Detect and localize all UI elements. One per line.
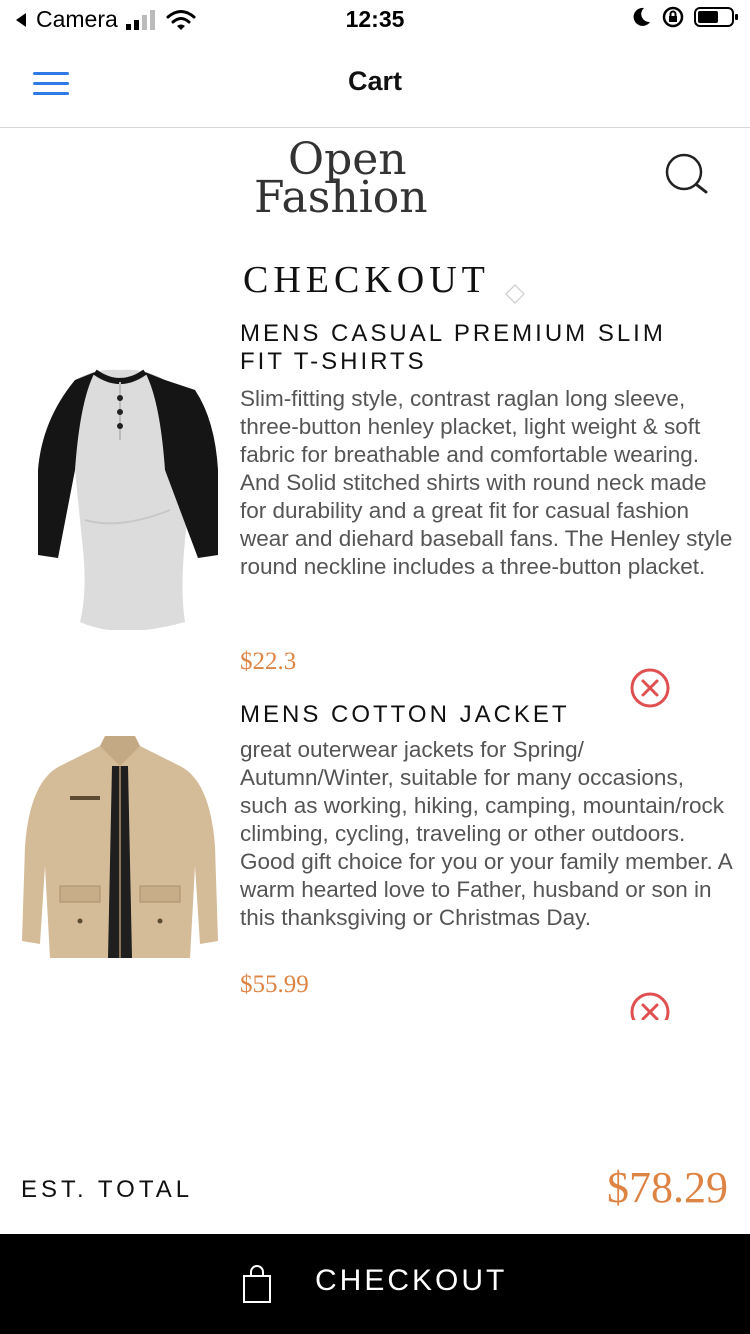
brand-logo[interactable]: Open Fashion xyxy=(254,134,458,223)
rotation-lock-icon xyxy=(662,6,684,28)
search-icon xyxy=(665,153,708,194)
raglan-tshirt-image[interactable] xyxy=(20,360,220,630)
item-name[interactable]: MENS CASUAL PREMIUM SLIM FIT T-SHIRTS xyxy=(240,320,710,376)
status-bar: Camera 12:35 xyxy=(0,0,750,40)
item-price: $55.99 xyxy=(240,971,309,998)
moon-icon xyxy=(633,7,650,26)
status-icons xyxy=(630,6,740,28)
search-button[interactable] xyxy=(662,150,710,198)
brand-logo-line2: Fashion xyxy=(254,172,428,223)
total-value: $78.29 xyxy=(607,1163,728,1212)
nav-bar: Cart xyxy=(0,40,750,128)
item-name[interactable]: MENS COTTON JACKET xyxy=(240,701,710,729)
shopping-bag-icon xyxy=(243,1265,271,1303)
diamond-divider-icon xyxy=(505,284,525,304)
page-title: CHECKOUT xyxy=(243,259,490,301)
remove-item-icon xyxy=(630,992,670,1020)
total-label: EST. TOTAL xyxy=(21,1176,194,1203)
item-description: great outerwear jackets for Spring/ Autu… xyxy=(240,737,732,930)
cotton-jacket-image[interactable] xyxy=(20,736,220,966)
nav-title: Cart xyxy=(347,66,402,96)
checkout-button[interactable]: CHECKOUT xyxy=(0,1234,750,1334)
item-price: $22.3 xyxy=(240,648,297,675)
remove-item-button[interactable] xyxy=(628,990,672,1020)
item-description: Slim-fitting style, contrast raglan long… xyxy=(240,386,733,579)
battery-icon xyxy=(694,7,738,27)
checkout-button-label: CHECKOUT xyxy=(315,1264,508,1297)
